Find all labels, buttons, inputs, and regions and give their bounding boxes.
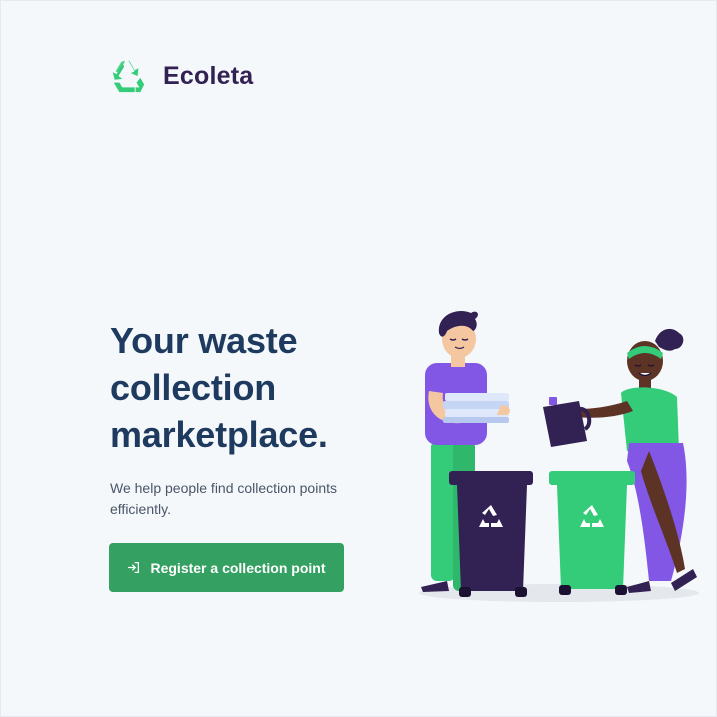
green-recycling-bin (549, 471, 635, 595)
recycle-icon (112, 59, 145, 93)
paper-stack (443, 393, 509, 423)
cta-label: Register a collection point (150, 559, 326, 576)
jug (543, 397, 592, 447)
brand-logo[interactable]: Ecoleta (109, 57, 253, 95)
hero-title-line: marketplace. (110, 414, 328, 455)
man-leg (431, 441, 455, 581)
landing-page: Ecoleta Your waste collection marketplac… (0, 0, 717, 717)
hero-description: We help people find collection points ef… (110, 480, 338, 517)
sign-in-icon (128, 561, 140, 574)
brand-name: Ecoleta (163, 61, 254, 90)
woman-shoe (671, 569, 697, 591)
hero-title: Your waste collection marketplace. (110, 317, 410, 458)
dark-recycling-bin (449, 471, 533, 597)
register-collection-point-button[interactable]: Register a collection point (109, 543, 344, 592)
woman-shoe (627, 581, 651, 593)
man-shoe (421, 581, 449, 592)
woman-hair (655, 328, 684, 351)
hero-title-line: Your waste (110, 320, 298, 361)
woman-shirt (621, 387, 679, 451)
hero-title-line: collection (110, 367, 277, 408)
recycling-people-illustration (419, 311, 699, 602)
